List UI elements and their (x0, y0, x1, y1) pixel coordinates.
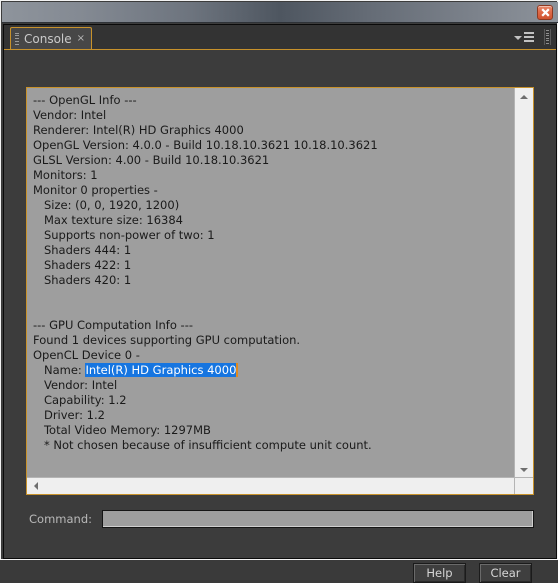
console-log-line: * Not chosen because of insufficient com… (33, 438, 372, 452)
console-log-line: Capability: 1.2 (33, 393, 127, 407)
console-log-line-selected: Name: Intel(R) HD Graphics 4000 (33, 363, 510, 378)
triangle-down-glyph (520, 467, 528, 472)
console-log-line: Shaders 422: 1 (33, 258, 132, 272)
tab-grip-icon (15, 32, 19, 45)
console-log-line: OpenCL Device 0 - (33, 348, 140, 362)
console-log-line: --- GPU Computation Info --- (33, 318, 193, 332)
console-log-line: Shaders 444: 1 (33, 243, 132, 257)
console-horizontal-scrollbar[interactable] (27, 477, 514, 494)
console-log-line (33, 288, 510, 303)
console-selected-text[interactable]: Intel(R) HD Graphics 4000 (85, 363, 239, 377)
triangle-up-glyph (520, 94, 528, 99)
console-log-line: Total Video Memory: 1297MB (33, 423, 211, 437)
tab-strip: Console × (4, 25, 556, 49)
command-label: Command: (29, 512, 92, 526)
console-log-line: Vendor: Intel (33, 108, 107, 122)
console-log-line: Shaders 420: 1 (33, 273, 132, 287)
hamburger-icon (524, 32, 534, 42)
command-input[interactable] (102, 510, 534, 528)
console-log-line: Driver: 1.2 (33, 408, 105, 422)
scroll-down-arrow-icon[interactable] (515, 461, 533, 478)
console-log-line: Supports non-power of two: 1 (33, 228, 215, 242)
console-log-line: Monitor 0 properties - (33, 183, 158, 197)
console-window: Console × --- OpenGL Info --- Vendor: Int… (0, 0, 558, 583)
dialog-button-row: Help Clear (413, 563, 532, 583)
command-row: Command: (26, 508, 534, 530)
console-log-line: Vendor: Intel (33, 378, 118, 392)
console-log-line: OpenGL Version: 4.0.0 - Build 10.18.10.3… (33, 138, 378, 152)
console-log-line: Monitors: 1 (33, 168, 98, 182)
console-log-text[interactable]: --- OpenGL Info --- Vendor: Intel Renderer… (27, 88, 514, 478)
clear-button[interactable]: Clear (479, 563, 532, 583)
console-log-line: Size: (0, 0, 1920, 1200) (33, 198, 180, 212)
console-log-line: Renderer: Intel(R) HD Graphics 4000 (33, 123, 244, 137)
tab-console[interactable]: Console × (10, 27, 93, 49)
chevron-down-icon (514, 36, 522, 40)
scroll-left-arrow-icon[interactable] (27, 478, 44, 494)
console-log-line: --- OpenGL Info --- (33, 93, 137, 107)
console-log-line: GLSL Version: 4.00 - Build 10.18.10.3621 (33, 153, 270, 167)
close-icon[interactable] (537, 5, 553, 20)
panel-grip-icon[interactable] (544, 29, 551, 45)
triangle-left-glyph (33, 482, 38, 490)
close-x-glyph (540, 8, 550, 17)
console-output-area: --- OpenGL Info --- Vendor: Intel Renderer… (26, 87, 534, 495)
scrollbar-corner (514, 477, 533, 494)
console-log-line: Max texture size: 16384 (33, 213, 183, 227)
window-titlebar (2, 2, 558, 23)
help-button[interactable]: Help (413, 563, 466, 583)
console-selection-prefix: Name: (33, 363, 86, 377)
tab-close-icon[interactable]: × (77, 33, 85, 44)
console-log-line: Found 1 devices supporting GPU computati… (33, 333, 301, 347)
tab-console-label: Console (24, 31, 72, 46)
menu-dropdown-icon[interactable] (514, 30, 534, 44)
console-log-line (33, 303, 510, 318)
window-inner-frame: Console × --- OpenGL Info --- Vendor: Int… (3, 24, 557, 583)
console-panel: --- OpenGL Info --- Vendor: Intel Renderer… (4, 49, 556, 583)
scroll-up-arrow-icon[interactable] (515, 88, 533, 105)
console-vertical-scrollbar[interactable] (514, 88, 533, 478)
